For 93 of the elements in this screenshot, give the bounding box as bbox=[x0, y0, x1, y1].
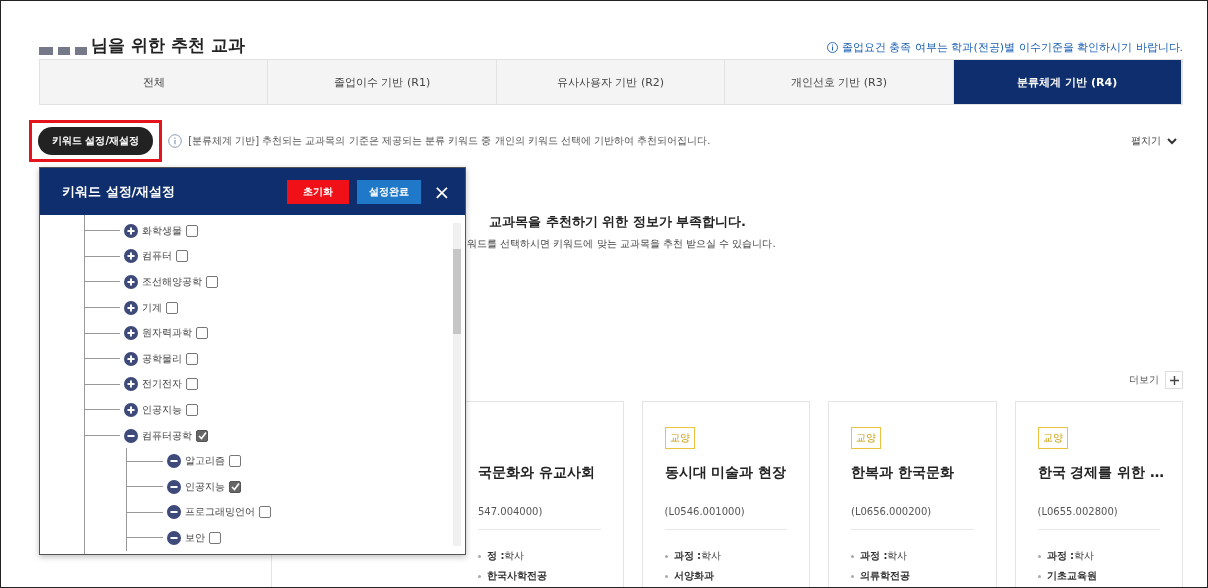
course-card[interactable]: 교양 한복과 한국문화 (L0656.000200) 과정 :학사 의류학전공 bbox=[828, 401, 997, 587]
tab[interactable]: 분류체계 기반 (R4) bbox=[953, 60, 1183, 104]
page-title: 님을 위한 추천 교과 bbox=[91, 34, 245, 57]
tab[interactable]: 개인선호 기반 (R3) bbox=[725, 60, 954, 104]
keyword-label: 알고리즘 bbox=[185, 454, 225, 469]
keyword-label: 인공지능 bbox=[142, 402, 182, 417]
checkbox[interactable] bbox=[166, 301, 178, 314]
checkbox[interactable] bbox=[186, 378, 198, 391]
more-plus-button[interactable] bbox=[1165, 371, 1183, 389]
course-info: 기초교육원 bbox=[1046, 569, 1097, 583]
expand-toggle-icon[interactable] bbox=[167, 530, 181, 545]
message-title: 교과목을 추천하기 위한 정보가 부족합니다. bbox=[489, 213, 748, 231]
checkbox[interactable] bbox=[186, 352, 198, 365]
checkbox[interactable] bbox=[186, 403, 198, 416]
checkbox[interactable] bbox=[229, 455, 241, 468]
course-card[interactable]: 교양 동시대 미술과 현장 (L0546.001000) 과정 :학사 서양화과 bbox=[641, 401, 810, 587]
course-info: 한국사학전공 bbox=[487, 569, 547, 583]
expand-toggle-icon[interactable] bbox=[124, 428, 138, 443]
checkbox[interactable] bbox=[186, 224, 198, 237]
course-info: 과정 :학사 bbox=[673, 549, 721, 563]
course-info: 과정 :학사 bbox=[1046, 549, 1094, 563]
keyword-settings-button[interactable]: 키워드 설정/재설정 bbox=[38, 127, 154, 155]
info-text: [분류체계 기반] 추천되는 교과목의 기준은 제공되는 분류 키워드 중 개인의 키워드 선택에 기반하여 추천되어집니다. bbox=[188, 134, 712, 148]
expand-toggle-icon[interactable] bbox=[167, 454, 181, 469]
expand-toggle-icon[interactable] bbox=[167, 505, 181, 520]
category-badge: 교양 bbox=[851, 427, 881, 449]
course-title: 한국 경제를 위한 … bbox=[1037, 464, 1166, 482]
scrollbar[interactable] bbox=[453, 223, 461, 546]
expand-toggle-icon[interactable] bbox=[124, 249, 138, 264]
keyword-label: 보안 bbox=[185, 530, 205, 545]
expand-toggle-icon[interactable] bbox=[167, 479, 181, 494]
bullet-icon bbox=[851, 554, 854, 558]
close-button[interactable]: × bbox=[429, 179, 455, 204]
checkbox[interactable] bbox=[176, 250, 188, 263]
bullet-icon bbox=[851, 574, 854, 578]
category-badge: 교양 bbox=[664, 427, 695, 449]
expand-toggle-icon[interactable] bbox=[124, 377, 138, 392]
keyword-label: 조선해양공학 bbox=[142, 275, 202, 289]
category-badge: 교양 bbox=[1037, 427, 1068, 449]
checkbox[interactable] bbox=[229, 480, 241, 493]
expand-toggle-icon[interactable] bbox=[124, 351, 138, 366]
keyword-label: 프로그래밍언어 bbox=[185, 505, 255, 520]
expand-toggle-icon[interactable] bbox=[124, 223, 138, 238]
keyword-label: 인공지능 bbox=[185, 479, 225, 494]
keyword-label: 전기전자 bbox=[142, 377, 182, 392]
keyword-label: 기계 bbox=[142, 300, 162, 315]
course-info: 정 :학사 bbox=[487, 549, 525, 563]
expand-toggle-icon[interactable] bbox=[124, 300, 138, 315]
course-code: (L0655.002800) bbox=[1037, 506, 1160, 530]
tab[interactable]: 졸업이수 기반 (R1) bbox=[268, 60, 497, 104]
checkbox[interactable] bbox=[259, 506, 271, 519]
bullet-icon bbox=[1037, 554, 1041, 558]
message-detail: 워드를 선택하시면 키워드에 맞는 교과목을 추천 받으실 수 있습니다. bbox=[467, 237, 777, 251]
done-button[interactable]: 설정완료 bbox=[357, 179, 421, 204]
checkbox[interactable] bbox=[196, 429, 208, 442]
tab[interactable]: 전체 bbox=[40, 60, 269, 104]
checkbox[interactable] bbox=[196, 327, 208, 340]
checkbox[interactable] bbox=[206, 276, 218, 288]
expand-toggle[interactable]: 펼치기 bbox=[1125, 133, 1183, 149]
course-info: 서양화과 bbox=[673, 569, 714, 583]
bullet-icon bbox=[478, 574, 481, 578]
course-card[interactable]: 교양 한국 경제를 위한 … (L0655.002800) 과정 :학사 기초교육원 bbox=[1014, 401, 1183, 587]
more-label: 더보기 bbox=[1129, 373, 1159, 387]
expand-toggle-icon[interactable] bbox=[124, 402, 138, 417]
bullet-icon bbox=[664, 554, 668, 558]
graduation-notice: 졸업요건 충족 여부는 학과(전공)별 이수기준을 확인하시기 바랍니다. bbox=[841, 40, 1183, 55]
tab[interactable]: 유사사용자 기반 (R2) bbox=[496, 60, 726, 104]
checkbox[interactable] bbox=[209, 531, 221, 544]
keyword-label: 원자력과학 bbox=[142, 326, 192, 341]
course-title: 동시대 미술과 현장 bbox=[664, 464, 788, 482]
info-icon bbox=[168, 134, 183, 148]
bullet-icon bbox=[664, 574, 668, 578]
keyword-label: 컴퓨터공학 bbox=[142, 428, 192, 443]
info-icon bbox=[826, 42, 838, 53]
expand-toggle-icon[interactable] bbox=[124, 326, 138, 341]
course-title: 한복과 한국문화 bbox=[851, 464, 955, 482]
course-info: 의류학전공 bbox=[860, 569, 910, 583]
course-info: 과정 :학사 bbox=[860, 549, 908, 563]
dialog-title: 키워드 설정/재설정 bbox=[62, 182, 177, 201]
expand-toggle-icon[interactable] bbox=[124, 275, 138, 289]
reset-button[interactable]: 초기화 bbox=[287, 179, 349, 204]
plus-icon bbox=[1169, 375, 1179, 385]
keyword-label: 화학생물 bbox=[142, 223, 182, 238]
course-title: 국문화와 유교사회 bbox=[478, 464, 596, 482]
course-code: 547.004000) bbox=[478, 506, 601, 530]
chevron-down-icon bbox=[1167, 137, 1177, 145]
bullet-icon bbox=[478, 554, 481, 558]
course-code: (L0546.001000) bbox=[664, 506, 787, 530]
keyword-label: 컴퓨터 bbox=[142, 249, 172, 264]
course-code: (L0656.000200) bbox=[851, 506, 974, 530]
bullet-icon bbox=[1037, 574, 1041, 578]
keyword-label: 공학물리 bbox=[142, 351, 182, 366]
redacted-name bbox=[39, 46, 87, 55]
